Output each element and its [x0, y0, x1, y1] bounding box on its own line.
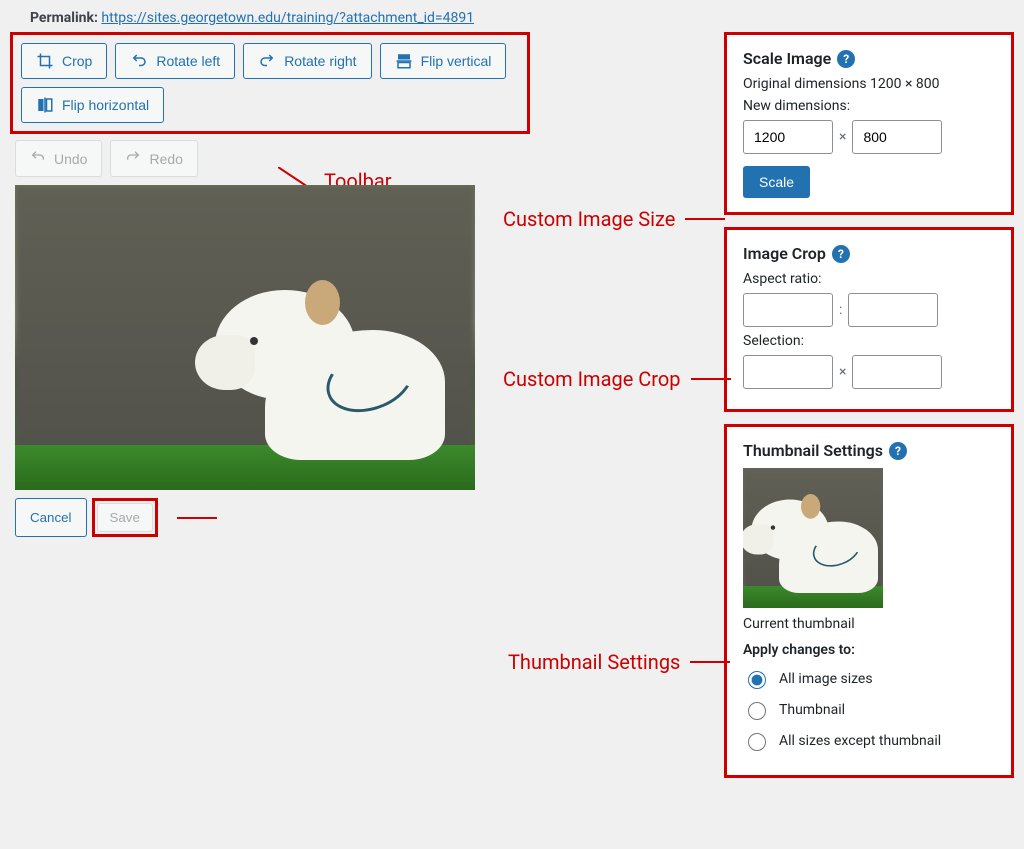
- radio-thumbnail[interactable]: [748, 702, 766, 720]
- selection-width-input[interactable]: [743, 355, 833, 389]
- annotation-custom-crop: Custom Image Crop: [503, 367, 731, 391]
- scale-height-input[interactable]: [852, 120, 942, 154]
- rotate-right-button[interactable]: Rotate right: [243, 43, 371, 79]
- flip-horizontal-label: Flip horizontal: [62, 97, 149, 113]
- scale-image-panel: Scale Image ? Original dimensions 1200 ×…: [724, 32, 1014, 215]
- scale-image-title: Scale Image ?: [743, 49, 995, 68]
- save-button[interactable]: Save: [97, 503, 153, 532]
- annotation-line-icon: [691, 378, 731, 380]
- redo-button[interactable]: Redo: [110, 140, 197, 177]
- rotate-left-label: Rotate left: [156, 53, 220, 69]
- transform-toolbar: Crop Rotate left Rotate right Flip verti…: [10, 32, 530, 134]
- image-crop-panel: Image Crop ? Aspect ratio: : Selection: …: [724, 227, 1014, 412]
- help-icon[interactable]: ?: [832, 245, 850, 263]
- selection-label: Selection:: [743, 333, 995, 349]
- undo-button[interactable]: Undo: [15, 140, 102, 177]
- flip-horizontal-icon: [36, 96, 54, 114]
- thumbnail-settings-panel: Thumbnail Settings ? Current thumbnail A…: [724, 424, 1014, 778]
- original-dimensions: Original dimensions 1200 × 800: [743, 76, 995, 92]
- current-thumbnail-label: Current thumbnail: [743, 616, 995, 632]
- save-button-highlight: Save: [92, 498, 158, 537]
- annotation-custom-size: Custom Image Size: [503, 207, 725, 231]
- annotation-line-icon: [177, 517, 217, 519]
- annotation-line-icon: [685, 218, 725, 220]
- undo-label: Undo: [54, 151, 87, 167]
- new-dimensions-label: New dimensions:: [743, 98, 995, 114]
- annotation-save-line: [177, 498, 217, 537]
- permalink-label: Permalink:: [30, 10, 98, 26]
- annotation-thumb: Thumbnail Settings: [508, 650, 730, 674]
- times-icon: ×: [839, 364, 846, 380]
- colon-separator: :: [839, 302, 842, 318]
- flip-horizontal-button[interactable]: Flip horizontal: [21, 87, 164, 123]
- crop-icon: [36, 52, 54, 70]
- redo-icon: [125, 149, 141, 168]
- apply-changes-label: Apply changes to:: [743, 642, 995, 658]
- rotate-left-button[interactable]: Rotate left: [115, 43, 235, 79]
- scale-button[interactable]: Scale: [743, 166, 810, 198]
- flip-vertical-icon: [395, 52, 413, 70]
- aspect-width-input[interactable]: [743, 293, 833, 327]
- rotate-right-label: Rotate right: [284, 53, 356, 69]
- redo-label: Redo: [149, 151, 182, 167]
- radio-thumbnail-label[interactable]: Thumbnail: [779, 702, 845, 718]
- radio-all-sizes[interactable]: [748, 671, 766, 689]
- image-preview[interactable]: [15, 185, 475, 490]
- permalink-row: Permalink: https://sites.georgetown.edu/…: [30, 10, 1014, 26]
- crop-button[interactable]: Crop: [21, 43, 107, 79]
- annotation-line-icon: [690, 661, 730, 663]
- crop-button-label: Crop: [62, 53, 92, 69]
- radio-except-thumbnail-label[interactable]: All sizes except thumbnail: [779, 733, 941, 749]
- help-icon[interactable]: ?: [889, 442, 907, 460]
- selection-height-input[interactable]: [852, 355, 942, 389]
- thumbnail-settings-title: Thumbnail Settings ?: [743, 441, 995, 460]
- thumbnail-preview: [743, 468, 883, 608]
- undo-icon: [30, 149, 46, 168]
- flip-vertical-button[interactable]: Flip vertical: [380, 43, 507, 79]
- flip-vertical-label: Flip vertical: [421, 53, 492, 69]
- rotate-right-icon: [258, 52, 276, 70]
- scale-width-input[interactable]: [743, 120, 833, 154]
- permalink-url[interactable]: https://sites.georgetown.edu/training/?a…: [101, 10, 474, 26]
- radio-all-sizes-label[interactable]: All image sizes: [779, 671, 873, 687]
- cancel-button[interactable]: Cancel: [15, 498, 87, 537]
- help-icon[interactable]: ?: [837, 50, 855, 68]
- radio-except-thumbnail[interactable]: [748, 733, 766, 751]
- aspect-ratio-label: Aspect ratio:: [743, 271, 995, 287]
- aspect-height-input[interactable]: [848, 293, 938, 327]
- rotate-left-icon: [130, 52, 148, 70]
- times-icon: ×: [839, 129, 846, 145]
- image-crop-title: Image Crop ?: [743, 244, 995, 263]
